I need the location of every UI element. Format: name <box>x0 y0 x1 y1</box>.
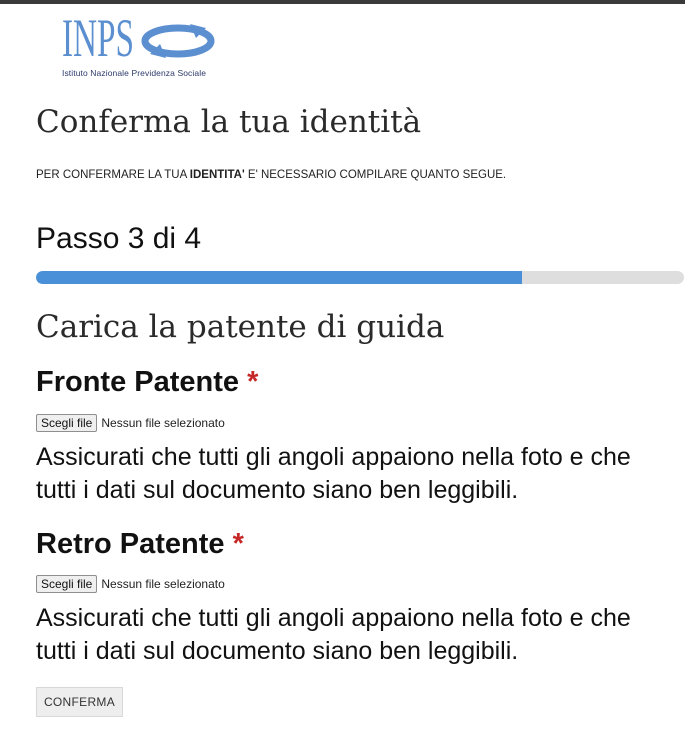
instructions-part-2: E' NECESSARIO COMPILARE QUANTO SEGUE. <box>244 169 507 181</box>
instructions-text: PER CONFERMARE LA TUA IDENTITA' E' NECES… <box>36 169 506 181</box>
required-asterisk: * <box>247 366 259 398</box>
logo-wordmark: INPS <box>62 8 134 68</box>
top-bar <box>0 0 685 4</box>
logo-subtitle: Istituto Nazionale Previdenza Sociale <box>62 68 207 78</box>
front-license-label-text: Fronte Patente <box>36 366 240 398</box>
section-title: Carica la patente di guida <box>36 309 445 345</box>
front-license-file-input[interactable]: Scegli file Nessun file selezionato <box>36 414 225 432</box>
back-license-file-input[interactable]: Scegli file Nessun file selezionato <box>36 575 225 593</box>
front-license-label: Fronte Patente * <box>36 366 258 399</box>
back-license-hint: Assicurati che tutti gli angoli appaiono… <box>36 604 631 665</box>
back-license-label-text: Retro Patente <box>36 528 225 560</box>
front-license-file-status: Nessun file selezionato <box>101 416 225 430</box>
front-license-choose-file-button[interactable]: Scegli file <box>36 414 98 432</box>
back-license-file-status: Nessun file selezionato <box>101 577 225 591</box>
back-license-choose-file-button[interactable]: Scegli file <box>36 575 98 593</box>
page-title: Conferma la tua identità <box>36 104 422 140</box>
confirm-button[interactable]: CONFERMA <box>36 687 123 717</box>
step-indicator: Passo 3 di 4 <box>36 222 202 255</box>
progress-bar <box>36 271 684 284</box>
instructions-part-1: PER CONFERMARE LA TUA <box>36 169 190 181</box>
logo-arrows-icon <box>141 24 215 58</box>
back-license-label: Retro Patente * <box>36 528 244 561</box>
progress-bar-fill <box>36 271 522 284</box>
required-asterisk: * <box>232 528 244 560</box>
front-license-hint: Assicurati che tutti gli angoli appaiono… <box>36 443 631 504</box>
instructions-bold: IDENTITA' <box>189 169 245 181</box>
